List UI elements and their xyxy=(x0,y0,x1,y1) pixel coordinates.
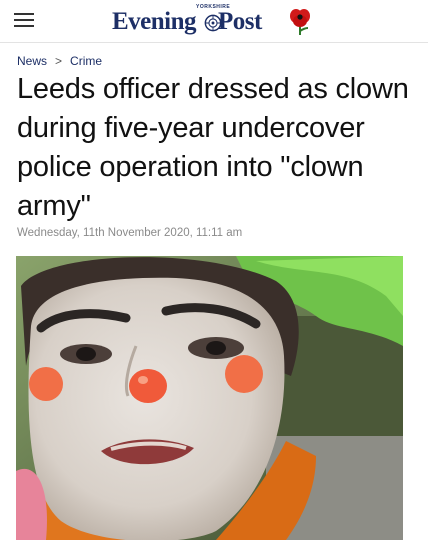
breadcrumb-crime[interactable]: Crime xyxy=(70,54,102,68)
clown-face-photo xyxy=(16,256,403,540)
breadcrumb-separator: > xyxy=(55,54,63,68)
site-logo[interactable]: YORKSHIRE Evening Post xyxy=(112,4,312,38)
site-header: YORKSHIRE Evening Post xyxy=(0,0,428,43)
hamburger-menu-icon[interactable] xyxy=(14,13,34,28)
article-photo[interactable] xyxy=(16,256,403,540)
logo-wordmark: Evening Post xyxy=(112,8,262,35)
article-headline: Leeds officer dressed as clown during fi… xyxy=(17,73,409,222)
white-rose-icon xyxy=(204,14,222,32)
breadcrumb-news[interactable]: News xyxy=(17,54,47,68)
breadcrumb: News > Crime xyxy=(17,54,102,68)
poppy-icon xyxy=(290,9,310,35)
article-dateline: Wednesday, 11th November 2020, 11:11 am xyxy=(17,227,243,239)
